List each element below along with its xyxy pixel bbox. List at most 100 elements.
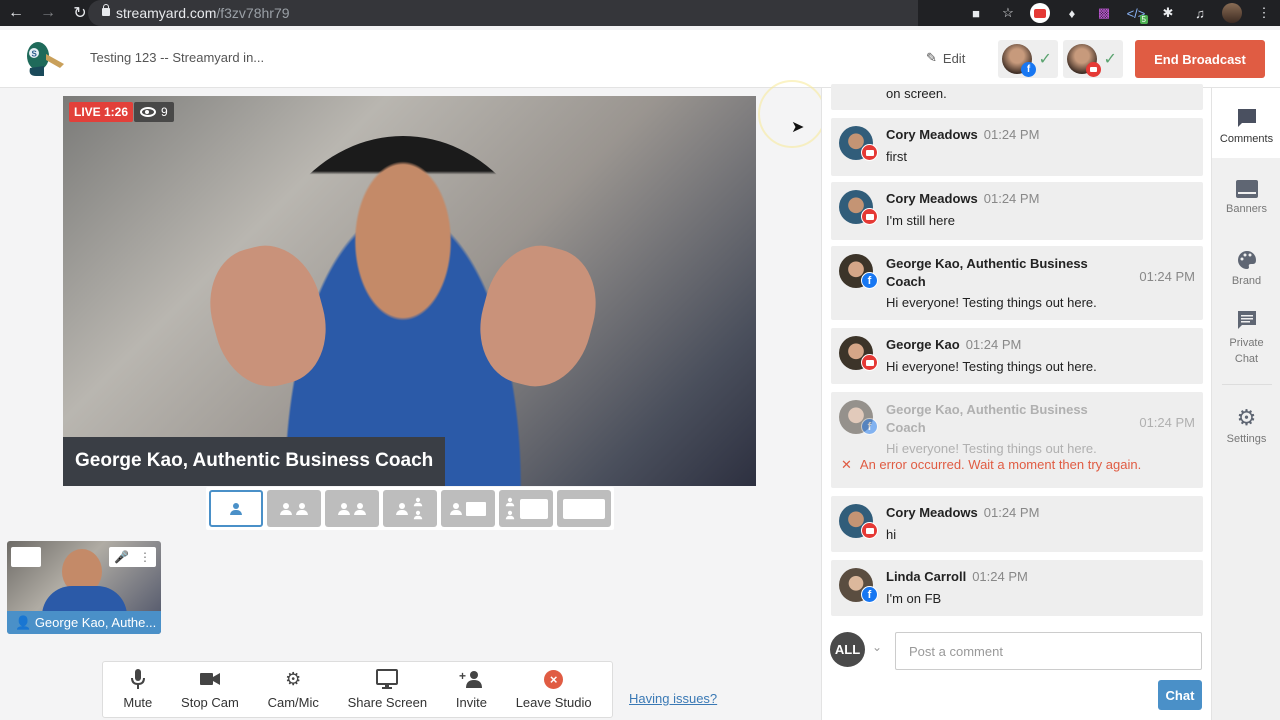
edit-button[interactable]: ✎ Edit: [926, 50, 965, 66]
live-timer-badge: LIVE 1:26: [69, 102, 134, 122]
chat-message[interactable]: f Linda Carroll 01:24 PM I'm on FB: [831, 560, 1203, 616]
streamyard-logo[interactable]: S: [22, 38, 66, 78]
message-text: Hi everyone! Testing things out here.: [886, 441, 1097, 456]
chat-message[interactable]: Cory Meadows 01:24 PM hi: [831, 496, 1203, 552]
rail-divider: [1222, 384, 1272, 385]
message-text: hi: [886, 527, 897, 542]
extension-code-icon[interactable]: </> 5: [1120, 0, 1152, 26]
check-icon: ✓: [1034, 51, 1052, 68]
chat-message[interactable]: f George Kao, Authentic Business Coach 0…: [831, 246, 1203, 320]
rail-label: Brand: [1231, 275, 1262, 287]
gear-icon: ⚙: [285, 668, 302, 689]
leave-studio-label: Leave Studio: [515, 695, 592, 710]
error-x-icon: ✕: [841, 457, 852, 472]
edit-label: Edit: [942, 50, 966, 66]
preview-controls: 🎤 ⋮: [109, 547, 156, 567]
mic-icon[interactable]: 🎤: [114, 550, 129, 564]
cam-mic-settings-button[interactable]: ⚙ Cam/Mic: [267, 668, 319, 711]
destination-youtube[interactable]: ✓: [1063, 40, 1123, 78]
svg-text:S: S: [32, 50, 38, 59]
browser-menu-icon[interactable]: ⋮: [1248, 0, 1280, 26]
leave-studio-button[interactable]: × Leave Studio: [516, 669, 592, 710]
browser-toolbar: ← → ↻ streamyard.com/f3zv78hr79 ■ ☆ ♦ ▩ …: [0, 0, 1280, 26]
viewer-count: 9: [161, 105, 168, 119]
rail-label: Settings: [1226, 433, 1267, 445]
send-chat-button[interactable]: Chat: [1158, 680, 1202, 710]
profile-avatar[interactable]: [1216, 0, 1248, 26]
layout-full-screen-button[interactable]: [557, 490, 611, 527]
youtube-icon: [861, 144, 878, 161]
chat-message[interactable]: George Kao 01:24 PM Hi everyone! Testing …: [831, 328, 1203, 384]
studio-toolbar: Mute Stop Cam ⚙ Cam/Mic Share Screen + I…: [102, 661, 613, 718]
rail-tab-brand[interactable]: Brand: [1212, 250, 1280, 287]
author-name: Cory Meadows: [886, 505, 978, 520]
having-issues-link[interactable]: Having issues?: [629, 691, 717, 706]
audience-selector[interactable]: ALL: [830, 632, 865, 667]
message-time: 01:24 PM: [1139, 269, 1195, 284]
rail-label: Private Chat: [1229, 337, 1264, 365]
cursor-highlight: [758, 80, 826, 148]
media-queue-icon[interactable]: ♫: [1184, 0, 1216, 26]
camera-icon[interactable]: ■: [960, 0, 992, 26]
url-path: /f3zv78hr79: [216, 5, 290, 21]
rail-tab-banners[interactable]: Banners: [1212, 180, 1280, 215]
layout-leader-button[interactable]: [383, 490, 437, 527]
more-options-icon[interactable]: ⋮: [139, 550, 151, 564]
facebook-icon: f: [1021, 62, 1036, 77]
right-rail: Comments Banners Brand Private Chat ⚙ Se…: [1211, 88, 1280, 720]
pencil-icon: ✎: [926, 50, 937, 65]
layout-group-button[interactable]: [325, 490, 379, 527]
youtube-icon: [1086, 62, 1101, 77]
extension-youtube-icon[interactable]: [1024, 0, 1056, 26]
stop-cam-button[interactable]: Stop Cam: [181, 669, 239, 710]
svg-text:+: +: [459, 670, 466, 683]
bookmark-star-icon[interactable]: ☆: [992, 0, 1024, 26]
extension-tag-icon[interactable]: ♦: [1056, 0, 1088, 26]
author-name: George Kao, Authentic Business Coach: [886, 402, 1088, 435]
youtube-icon: [861, 208, 878, 225]
rail-tab-comments[interactable]: Comments: [1212, 88, 1280, 158]
share-screen-label: Share Screen: [347, 695, 428, 710]
error-text: An error occurred. Wait a moment then tr…: [859, 457, 1142, 472]
add-to-stage-button[interactable]: [11, 547, 41, 567]
destination-avatar: f: [1002, 44, 1036, 77]
comment-input[interactable]: [895, 632, 1202, 670]
gear-icon: ⚙: [1236, 405, 1257, 430]
rail-tab-settings[interactable]: ⚙ Settings: [1212, 405, 1280, 446]
destination-facebook[interactable]: f ✓: [998, 40, 1058, 78]
chat-message[interactable]: Cory Meadows 01:24 PM I'm still here: [831, 182, 1203, 240]
facebook-icon: f: [861, 586, 878, 603]
back-button[interactable]: ←: [0, 4, 32, 22]
message-time: 01:24 PM: [965, 337, 1022, 352]
end-broadcast-button[interactable]: End Broadcast: [1135, 40, 1265, 78]
youtube-icon: [861, 522, 878, 539]
message-time: 01:24 PM: [1139, 415, 1195, 430]
message-time: 01:24 PM: [983, 191, 1040, 206]
youtube-icon: [861, 354, 878, 371]
message-time: 01:24 PM: [972, 569, 1028, 584]
extension-chart-icon[interactable]: ▩: [1088, 0, 1120, 26]
message-text: Hi everyone! Testing things out here.: [886, 295, 1097, 310]
mute-button[interactable]: Mute: [123, 669, 152, 710]
layout-selector: [206, 487, 614, 530]
rail-tab-private-chat[interactable]: Private Chat: [1212, 310, 1280, 367]
facebook-icon: f: [861, 272, 878, 289]
layout-solo-button[interactable]: [209, 490, 263, 527]
chat-message[interactable]: Cory Meadows 01:24 PM first: [831, 118, 1203, 176]
layout-pip-screen-button[interactable]: [499, 490, 553, 527]
address-bar[interactable]: streamyard.com/f3zv78hr79: [88, 0, 918, 26]
lock-icon: [102, 4, 110, 16]
forward-button[interactable]: →: [32, 4, 64, 22]
video-camera-icon: [199, 669, 220, 689]
broadcast-title: Testing 123 -- Streamyard in...: [90, 50, 265, 65]
invite-button[interactable]: + Invite: [456, 669, 487, 710]
cam-mic-label: Cam/Mic: [267, 695, 319, 710]
layout-screen-button[interactable]: [441, 490, 495, 527]
chevron-down-icon[interactable]: ⌄: [872, 640, 882, 654]
share-screen-button[interactable]: Share Screen: [347, 669, 428, 710]
chat-message-failed[interactable]: f George Kao, Authentic Business Coach 0…: [831, 392, 1203, 488]
layout-thin-button[interactable]: [267, 490, 321, 527]
microphone-icon: [130, 669, 145, 689]
message-text: I'm on FB: [886, 591, 942, 606]
extensions-puzzle-icon[interactable]: ✱: [1152, 0, 1184, 26]
